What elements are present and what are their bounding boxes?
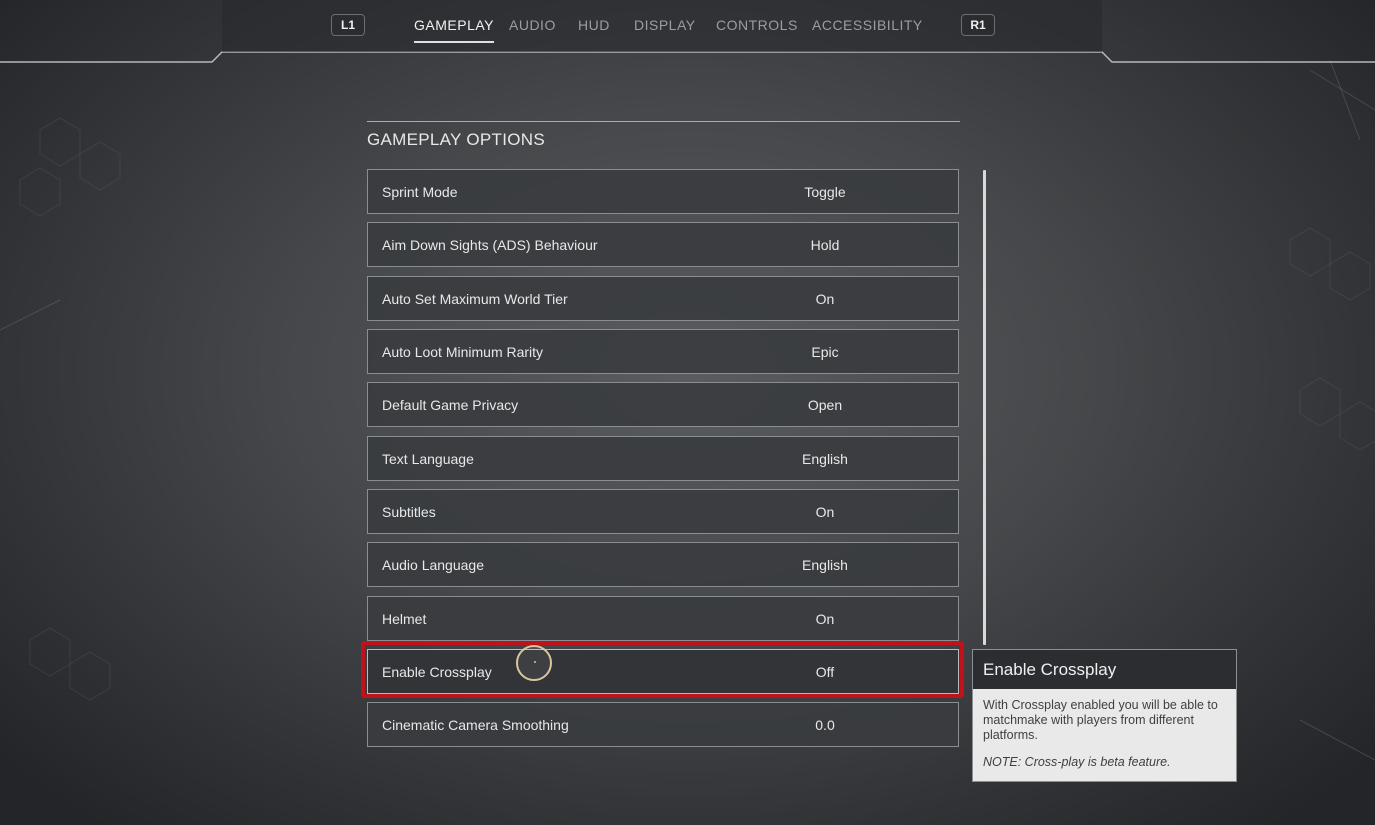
tab-hud[interactable]: HUD — [578, 17, 610, 33]
option-row-audio-language[interactable]: Audio Language English — [367, 542, 959, 587]
option-value: Hold — [810, 236, 840, 253]
option-label: Aim Down Sights (ADS) Behaviour — [382, 236, 598, 253]
option-label: Enable Crossplay — [382, 663, 492, 680]
tooltip-note: NOTE: Cross-play is beta feature. — [983, 755, 1171, 769]
scrollbar[interactable] — [983, 170, 986, 645]
tooltip-title: Enable Crossplay — [973, 650, 1236, 689]
option-row-sprint-mode[interactable]: Sprint Mode Toggle — [367, 169, 959, 214]
option-value: Toggle — [804, 183, 846, 200]
option-row-subtitles[interactable]: Subtitles On — [367, 489, 959, 534]
tab-gameplay[interactable]: GAMEPLAY — [414, 17, 494, 43]
option-label: Auto Set Maximum World Tier — [382, 290, 568, 307]
option-value: 0.0 — [815, 716, 835, 733]
nav-frame-line — [0, 0, 1375, 63]
tab-accessibility[interactable]: ACCESSIBILITY — [812, 17, 923, 33]
option-row-auto-loot-rarity[interactable]: Auto Loot Minimum Rarity Epic — [367, 329, 959, 374]
option-value: On — [815, 610, 835, 627]
top-navigation: L1 GAMEPLAY AUDIO HUD DISPLAY CONTROLS A… — [0, 0, 1375, 70]
tab-controls[interactable]: CONTROLS — [716, 17, 798, 33]
option-label: Cinematic Camera Smoothing — [382, 716, 569, 733]
option-row-enable-crossplay[interactable]: Enable Crossplay Off — [367, 649, 959, 694]
option-row-cinematic-camera-smoothing[interactable]: Cinematic Camera Smoothing 0.0 — [367, 702, 959, 747]
tooltip-description: With Crossplay enabled you will be able … — [983, 698, 1218, 742]
section-title: GAMEPLAY OPTIONS — [367, 130, 545, 149]
tab-audio[interactable]: AUDIO — [509, 17, 556, 33]
option-label: Default Game Privacy — [382, 396, 519, 413]
option-row-auto-set-world-tier[interactable]: Auto Set Maximum World Tier On — [367, 276, 959, 321]
option-value: Off — [815, 663, 835, 680]
option-label: Subtitles — [382, 503, 436, 520]
option-label: Sprint Mode — [382, 183, 458, 200]
cursor-ring-icon — [516, 645, 552, 681]
option-value: English — [802, 450, 848, 467]
option-label: Helmet — [382, 610, 427, 627]
option-row-ads-behaviour[interactable]: Aim Down Sights (ADS) Behaviour Hold — [367, 222, 959, 267]
option-row-default-game-privacy[interactable]: Default Game Privacy Open — [367, 382, 959, 427]
option-value: Open — [807, 396, 843, 413]
option-value: On — [815, 290, 835, 307]
l1-bumper-button[interactable]: L1 — [331, 14, 365, 36]
option-value: On — [815, 503, 835, 520]
r1-bumper-button[interactable]: R1 — [961, 14, 995, 36]
option-row-text-language[interactable]: Text Language English — [367, 436, 959, 481]
section-divider — [367, 121, 960, 122]
option-label: Auto Loot Minimum Rarity — [382, 343, 544, 360]
option-label: Audio Language — [382, 556, 484, 573]
option-value: Epic — [811, 343, 839, 360]
option-row-helmet[interactable]: Helmet On — [367, 596, 959, 641]
option-label: Text Language — [382, 450, 474, 467]
option-value: English — [802, 556, 848, 573]
tab-display[interactable]: DISPLAY — [634, 17, 696, 33]
option-tooltip: Enable Crossplay With Crossplay enabled … — [972, 649, 1237, 782]
